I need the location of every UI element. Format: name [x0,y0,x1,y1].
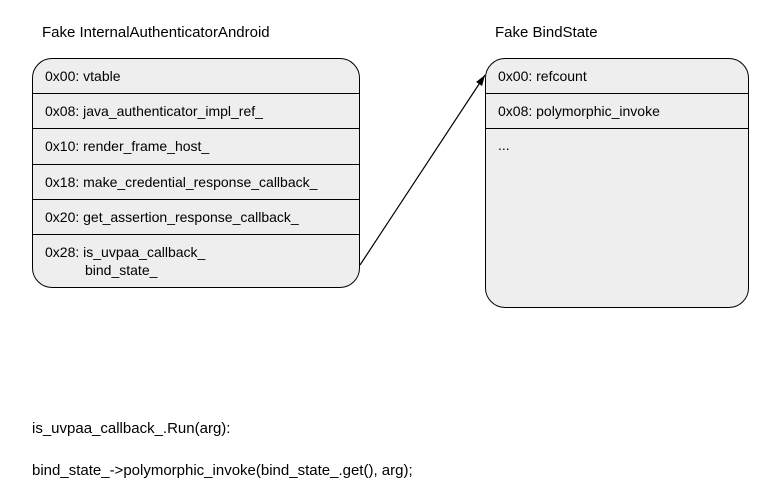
left-row-2: 0x10: render_frame_host_ [33,129,359,164]
right-filler: ... [486,129,748,161]
left-row-1: 0x08: java_authenticator_impl_ref_ [33,94,359,129]
code-line-2: bind_state_->polymorphic_invoke(bind_sta… [32,462,413,479]
code-line-1: is_uvpaa_callback_.Run(arg): [32,420,230,437]
left-row-5-line2: bind_state_ [45,261,347,279]
right-struct-box: 0x00: refcount 0x08: polymorphic_invoke … [485,58,749,308]
left-row-5-line1: 0x28: is_uvpaa_callback_ [45,244,205,260]
left-row-0: 0x00: vtable [33,59,359,94]
left-box-title: Fake InternalAuthenticatorAndroid [42,24,270,41]
left-row-3: 0x18: make_credential_response_callback_ [33,165,359,200]
left-struct-box: 0x00: vtable 0x08: java_authenticator_im… [32,58,360,288]
left-row-4: 0x20: get_assertion_response_callback_ [33,200,359,235]
right-row-0: 0x00: refcount [486,59,748,94]
left-row-5: 0x28: is_uvpaa_callback_ bind_state_ [33,235,359,287]
right-row-1: 0x08: polymorphic_invoke [486,94,748,129]
right-box-title: Fake BindState [495,24,598,41]
